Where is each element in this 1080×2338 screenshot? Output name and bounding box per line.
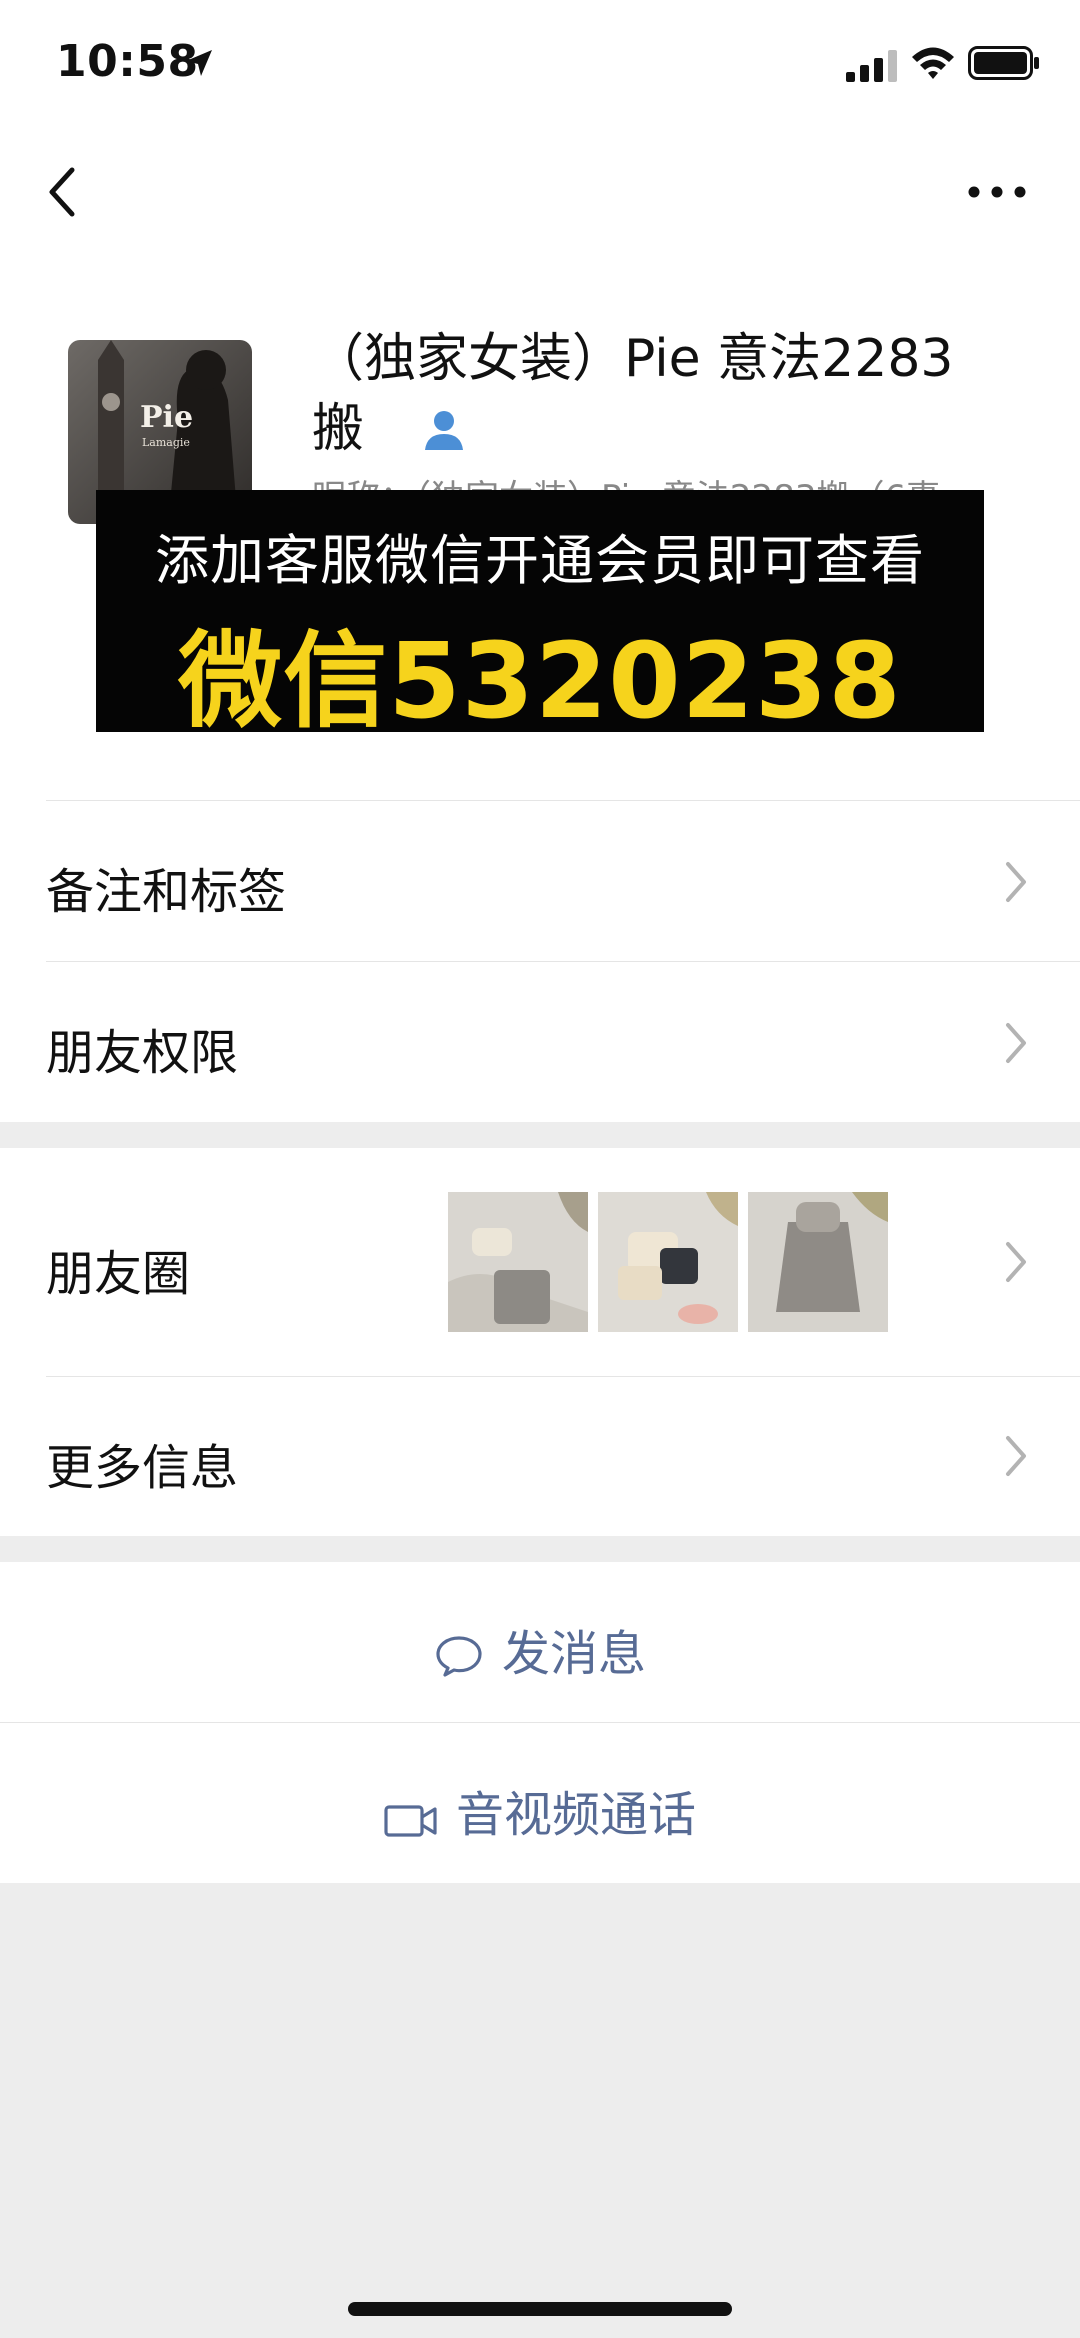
status-bar: 10:58 <box>0 0 1080 132</box>
chevron-right-icon <box>1006 1436 1026 1476</box>
chevron-right-icon <box>1006 1242 1026 1282</box>
moments-group: 朋友圈 更多信息 <box>0 1148 1080 1536</box>
chat-bubble-icon <box>436 1636 482 1677</box>
avatar-brand-text: Pie <box>140 400 194 435</box>
voice-video-call-content: 音视频通话 <box>0 1775 1080 1845</box>
chevron-right-icon <box>1006 1023 1026 1063</box>
status-time: 10:58 <box>56 36 199 87</box>
send-message-content: 发消息 <box>0 1614 1080 1684</box>
cell-remarks-tags[interactable]: 备注和标签 <box>0 800 1080 961</box>
cell-label-friend-permissions: 朋友权限 <box>46 1025 239 1081</box>
cell-moments[interactable]: 朋友圈 <box>0 1148 1080 1376</box>
location-arrow-icon <box>186 50 212 76</box>
cell-label-moments: 朋友圈 <box>46 1246 191 1302</box>
profile-name: （独家女装）Pie 意法2283 搬 <box>312 324 1032 464</box>
ad-banner-wechat-id: 微信5320238 <box>178 620 902 742</box>
avatar-sub-text: Lamagie <box>142 436 190 449</box>
wifi-icon <box>912 47 954 79</box>
battery-icon <box>968 46 1039 80</box>
video-camera-icon <box>384 1805 437 1837</box>
chevron-right-icon <box>1006 862 1026 902</box>
send-message-button[interactable]: 发消息 <box>0 1562 1080 1722</box>
more-options-icon[interactable] <box>962 172 1032 212</box>
nav-bar <box>0 132 1080 252</box>
voice-video-call-button[interactable]: 音视频通话 <box>0 1723 1080 1883</box>
user-gender-icon <box>424 411 463 450</box>
cellular-signal-icon <box>846 50 897 82</box>
profile-name-line1: （独家女装）Pie 意法2283 <box>312 329 954 389</box>
home-indicator[interactable] <box>348 2302 732 2316</box>
send-message-label: 发消息 <box>501 1626 646 1682</box>
moments-thumbnail <box>448 1192 588 1332</box>
profile-name-line2: 搬 <box>312 399 365 459</box>
moments-thumbnail <box>598 1192 738 1332</box>
voice-video-call-label: 音视频通话 <box>455 1787 696 1843</box>
ad-banner: 添加客服微信开通会员即可查看 微信5320238 <box>96 490 984 742</box>
ad-banner-line1: 添加客服微信开通会员即可查看 <box>155 529 925 592</box>
cell-label-more-info: 更多信息 <box>46 1440 239 1496</box>
settings-group: 备注和标签 朋友权限 <box>0 800 1080 1122</box>
moments-thumbnail <box>748 1192 888 1332</box>
back-icon[interactable] <box>40 160 90 224</box>
cell-more-info[interactable]: 更多信息 <box>0 1376 1080 1536</box>
cell-friend-permissions[interactable]: 朋友权限 <box>0 961 1080 1122</box>
cell-label-remarks-tags: 备注和标签 <box>46 864 287 920</box>
